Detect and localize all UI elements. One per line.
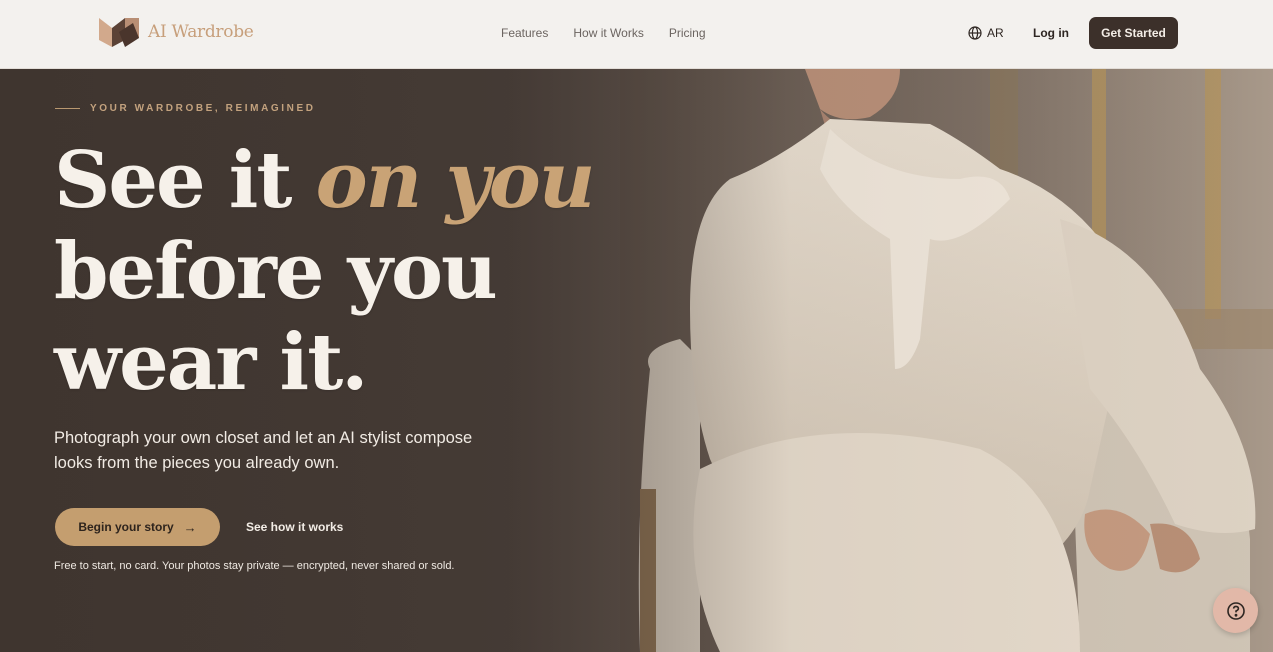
arrow-right-icon: → xyxy=(183,519,197,535)
privacy-note: Free to start, no card. Your photos stay… xyxy=(54,560,455,572)
help-button[interactable] xyxy=(1213,588,1258,633)
language-switcher[interactable]: AR xyxy=(968,26,1004,40)
globe-icon xyxy=(968,26,982,40)
brand-name: AI Wardrobe xyxy=(148,22,254,42)
headline-line2: before you xyxy=(54,226,498,317)
hero-subtitle: Photograph your own closet and let an AI… xyxy=(54,429,473,472)
headline-part1: See it xyxy=(54,135,316,226)
eyebrow-text: YOUR WARDROBE, REIMAGINED xyxy=(90,103,316,114)
folded-ribbon-logo xyxy=(99,18,139,47)
login-link[interactable]: Log in xyxy=(1033,26,1069,40)
eyebrow-rule xyxy=(55,108,80,109)
begin-story-label: Begin your story xyxy=(78,520,174,534)
site-header: AI Wardrobe Features How it Works Pricin… xyxy=(0,0,1273,69)
see-how-it-works-link[interactable]: See how it works xyxy=(246,520,343,534)
question-circle-icon xyxy=(1226,601,1245,620)
nav-how-it-works[interactable]: How it Works xyxy=(573,26,643,40)
language-label: AR xyxy=(987,26,1004,40)
begin-story-button[interactable]: Begin your story → xyxy=(55,508,220,546)
main-nav: Features How it Works Pricing xyxy=(501,26,731,40)
hero-eyebrow: YOUR WARDROBE, REIMAGINED xyxy=(55,103,316,114)
headline-accent: on you xyxy=(315,135,596,226)
get-started-button[interactable]: Get Started xyxy=(1089,17,1178,49)
brand-logo[interactable]: AI Wardrobe xyxy=(99,16,254,48)
hero-section: YOUR WARDROBE, REIMAGINED See it on you … xyxy=(0,69,1273,652)
nav-features[interactable]: Features xyxy=(501,26,548,40)
nav-pricing[interactable]: Pricing xyxy=(669,26,706,40)
headline-line3: wear it. xyxy=(54,317,368,408)
hero-headline: See it on you before you wear it. xyxy=(54,135,596,408)
